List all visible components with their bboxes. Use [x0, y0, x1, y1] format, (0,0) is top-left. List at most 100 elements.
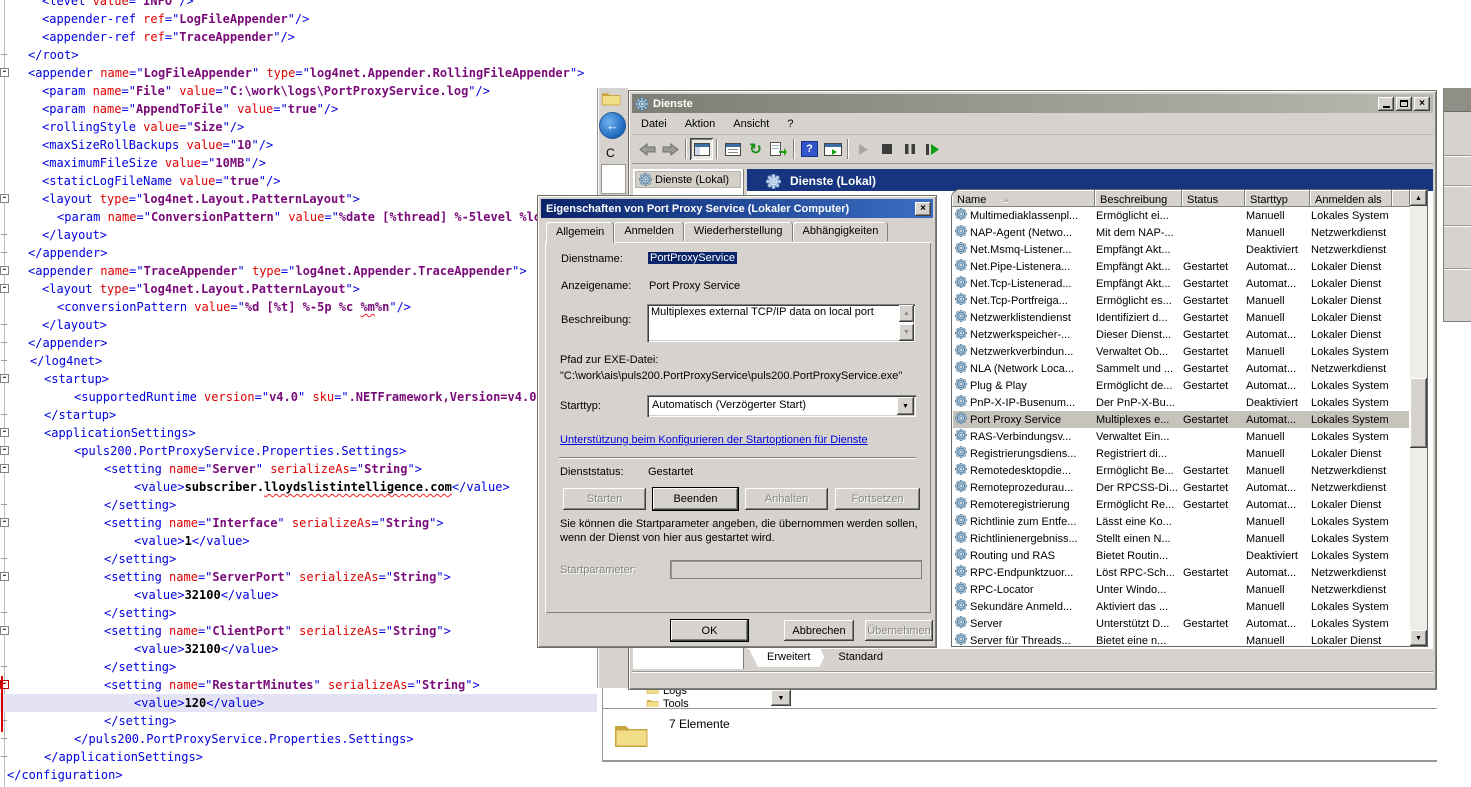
code-line[interactable]: </setting>: [0, 604, 597, 622]
service-row[interactable]: Multimediaklassenpl...Ermöglicht ei...Ma…: [953, 207, 1409, 224]
scroll-down-icon[interactable]: ▼: [899, 324, 914, 341]
code-line[interactable]: <level value="INFO"/>: [0, 0, 597, 10]
service-row[interactable]: Net.Msmq-Listener...Empfängt Akt...Deakt…: [953, 241, 1409, 258]
column-header-status[interactable]: Status: [1182, 190, 1245, 207]
chevron-down-icon[interactable]: ▼: [897, 397, 914, 415]
extended-view-button[interactable]: [821, 138, 844, 160]
fold-toggle-icon[interactable]: -: [0, 464, 9, 473]
service-row[interactable]: Net.Pipe-Listenera...Empfängt Akt...Gest…: [953, 258, 1409, 275]
service-row[interactable]: Netzwerkspeicher-...Dieser Dienst...Gest…: [953, 326, 1409, 343]
uebernehmen-button[interactable]: Übernehmen: [865, 620, 933, 641]
code-line[interactable]: </puls200.PortProxyService.Properties.Se…: [0, 730, 597, 748]
service-row[interactable]: Sekundäre Anmeld...Aktiviert das ...Manu…: [953, 598, 1409, 615]
code-line[interactable]: </layout>: [0, 316, 597, 334]
beenden-button[interactable]: Beenden: [653, 488, 738, 510]
code-line[interactable]: -<appender name="TraceAppender" type="lo…: [0, 262, 597, 280]
dialog-tab-3[interactable]: Wiederherstellung: [684, 222, 793, 241]
code-line[interactable]: </setting>: [0, 496, 597, 514]
code-line[interactable]: <maximumFileSize value="10MB"/>: [0, 154, 597, 172]
tree-item-dienste-lokal[interactable]: Dienste (Lokal): [635, 171, 741, 188]
code-line[interactable]: <value>32100</value>: [0, 586, 597, 604]
fold-toggle-icon[interactable]: -: [0, 266, 9, 275]
services-titlebar[interactable]: Dienste ×: [632, 94, 1433, 113]
stop-service-button[interactable]: [875, 138, 898, 160]
service-row[interactable]: NAP-Agent (Netwo...Mit dem NAP-...Manuel…: [953, 224, 1409, 241]
code-line[interactable]: <value>32100</value>: [0, 640, 597, 658]
minimize-button[interactable]: [1378, 97, 1394, 111]
anhalten-button[interactable]: Anhalten: [745, 488, 828, 510]
menu-datei[interactable]: Datei: [632, 116, 676, 132]
code-line[interactable]: -<setting name="Interface" serializeAs="…: [0, 514, 597, 532]
code-line[interactable]: <value>120</value>: [0, 694, 597, 712]
menu-hilfe[interactable]: ?: [778, 116, 802, 132]
service-row[interactable]: Richtlinie zum Entfe...Lässt eine Ko...M…: [953, 513, 1409, 530]
service-row[interactable]: RAS-Verbindungsv...Verwaltet Ein...Manue…: [953, 428, 1409, 445]
code-line[interactable]: </appender>: [0, 244, 597, 262]
column-header-starttyp[interactable]: Starttyp: [1245, 190, 1310, 207]
code-line[interactable]: <rollingStyle value="Size"/>: [0, 118, 597, 136]
dropdown-button[interactable]: ▼: [771, 690, 791, 706]
starttyp-combobox[interactable]: Automatisch (Verzögerter Start) ▼: [647, 395, 916, 417]
maximize-button[interactable]: [1396, 97, 1412, 111]
menu-ansicht[interactable]: Ansicht: [724, 116, 778, 132]
code-line[interactable]: -<setting name="RestartMinutes" serializ…: [0, 676, 597, 694]
fold-toggle-icon[interactable]: -: [0, 428, 9, 437]
properties-button[interactable]: [721, 138, 744, 160]
code-line[interactable]: <param name="File" value="C:\work\logs\P…: [0, 82, 597, 100]
code-line[interactable]: </log4net>: [0, 352, 597, 370]
show-console-tree-button[interactable]: [690, 138, 713, 160]
service-row[interactable]: RPC-Endpunktzuor...Löst RPC-Sch...Gestar…: [953, 564, 1409, 581]
forward-button[interactable]: [659, 138, 682, 160]
code-line[interactable]: -<layout type="log4net.Layout.PatternLay…: [0, 280, 597, 298]
code-line[interactable]: </appender>: [0, 334, 597, 352]
scroll-up-icon[interactable]: ▲: [899, 305, 914, 322]
column-header-beschreibung[interactable]: Beschreibung: [1095, 190, 1182, 207]
dialog-titlebar[interactable]: Eigenschaften von Port Proxy Service (Lo…: [541, 199, 933, 218]
dienstname-value[interactable]: PortProxyService: [648, 252, 737, 264]
restart-service-button[interactable]: [921, 138, 944, 160]
starten-button[interactable]: Starten: [563, 488, 646, 510]
code-line[interactable]: -<startup>: [0, 370, 597, 388]
abbrechen-button[interactable]: Abbrechen: [784, 620, 854, 641]
column-header-anmelden[interactable]: Anmelden als: [1310, 190, 1392, 207]
code-line[interactable]: -<layout type="log4net.Layout.PatternLay…: [0, 190, 597, 208]
code-line[interactable]: -<setting name="ClientPort" serializeAs=…: [0, 622, 597, 640]
code-line[interactable]: </layout>: [0, 226, 597, 244]
code-line[interactable]: <staticLogFileName value="true"/>: [0, 172, 597, 190]
back-button[interactable]: ←: [599, 112, 626, 139]
code-line[interactable]: -<setting name="ServerPort" serializeAs=…: [0, 568, 597, 586]
code-line[interactable]: </setting>: [0, 712, 597, 730]
code-line[interactable]: </root>: [0, 46, 597, 64]
help-button[interactable]: ?: [798, 138, 821, 160]
fold-toggle-icon[interactable]: -: [0, 194, 9, 203]
column-header-name[interactable]: Name▲: [952, 190, 1095, 207]
service-row[interactable]: Remotedesktopdie...Ermöglicht Be...Gesta…: [953, 462, 1409, 479]
code-line[interactable]: <param name="ConversionPattern" value="%…: [0, 208, 597, 226]
startparameter-input[interactable]: [670, 560, 922, 579]
code-line[interactable]: -<applicationSettings>: [0, 424, 597, 442]
code-line[interactable]: </setting>: [0, 550, 597, 568]
code-line[interactable]: </applicationSettings>: [0, 748, 597, 766]
service-row[interactable]: NLA (Network Loca...Sammelt und ...Gesta…: [953, 360, 1409, 377]
service-row[interactable]: Port Proxy ServiceMultiplexes e...Gestar…: [953, 411, 1409, 428]
service-row[interactable]: RPC-LocatorUnter Windo...ManuellNetzwerk…: [953, 581, 1409, 598]
scroll-thumb[interactable]: [1410, 378, 1427, 448]
export-list-button[interactable]: [767, 138, 790, 160]
code-line[interactable]: <value>1</value>: [0, 532, 597, 550]
close-icon[interactable]: ×: [915, 202, 931, 216]
fold-toggle-icon[interactable]: -: [0, 446, 9, 455]
code-line[interactable]: -<puls200.PortProxyService.Properties.Se…: [0, 442, 597, 460]
service-row[interactable]: PnP-X-IP-Busenum...Der PnP-X-Bu...Deakti…: [953, 394, 1409, 411]
code-line[interactable]: -<appender name="LogFileAppender" type="…: [0, 64, 597, 82]
xml-code-editor[interactable]: <level value="INFO"/><appender-ref ref="…: [0, 0, 600, 787]
close-button[interactable]: ×: [1414, 97, 1430, 111]
vertical-scrollbar[interactable]: ▲ ▼: [1410, 190, 1427, 646]
code-line[interactable]: </configuration>: [0, 766, 597, 784]
fold-toggle-icon[interactable]: -: [0, 626, 9, 635]
code-line[interactable]: <conversionPattern value="%d [%t] %-5p %…: [0, 298, 597, 316]
fold-toggle-icon[interactable]: -: [0, 374, 9, 383]
code-line[interactable]: <supportedRuntime version="v4.0" sku=".N…: [0, 388, 597, 406]
beschreibung-field[interactable]: Multiplexes external TCP/IP data on loca…: [647, 304, 915, 342]
service-row[interactable]: Richtlinienergebniss...Stellt einen N...…: [953, 530, 1409, 547]
tab-erweitert[interactable]: Erweitert: [749, 649, 828, 667]
